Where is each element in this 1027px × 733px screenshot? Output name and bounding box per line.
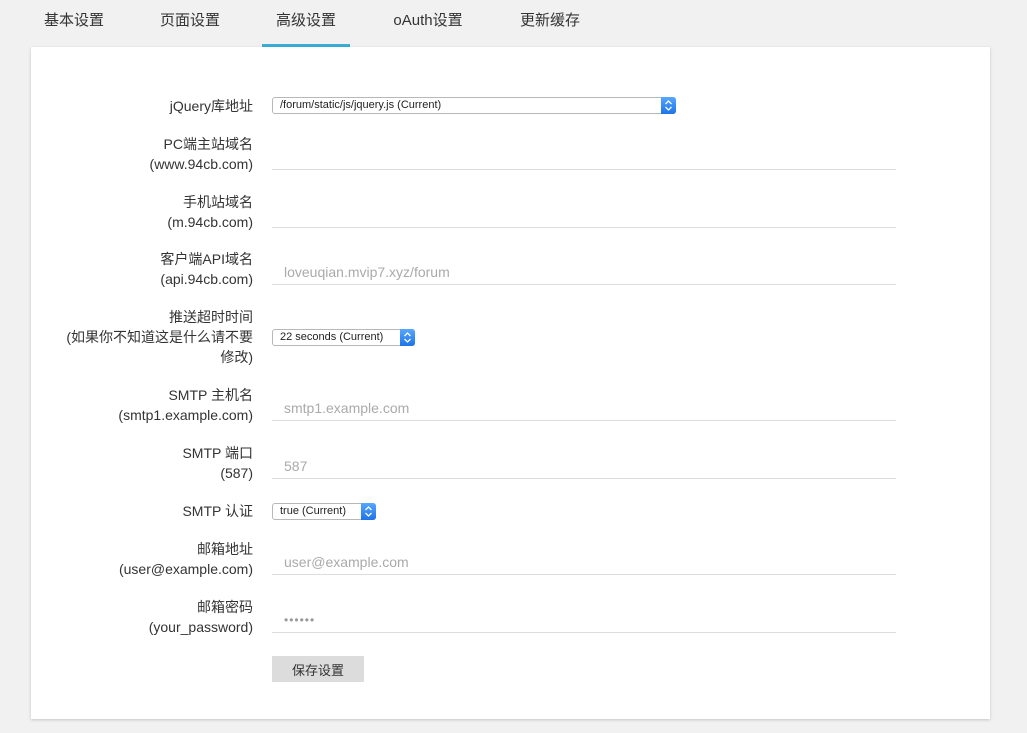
tab-page-settings[interactable]: 页面设置 <box>146 0 234 44</box>
smtp-auth-select-value: true (Current) <box>280 505 347 517</box>
email-input[interactable] <box>272 549 896 575</box>
select-arrows-icon <box>661 97 676 114</box>
settings-panel: jQuery库地址 /forum/static/js/jquery.js (Cu… <box>31 47 990 719</box>
password-input[interactable]: •••••• <box>272 607 896 633</box>
mobile-domain-input[interactable] <box>272 202 896 228</box>
select-arrows-icon <box>400 329 415 346</box>
tab-advanced-settings[interactable]: 高级设置 <box>262 0 350 47</box>
settings-tabs: 基本设置 页面设置 高级设置 oAuth设置 更新缓存 <box>30 0 990 47</box>
jquery-select[interactable]: /forum/static/js/jquery.js (Current) <box>272 97 676 114</box>
api-domain-input[interactable] <box>272 259 896 285</box>
tab-basic-settings[interactable]: 基本设置 <box>30 0 118 44</box>
tab-update-cache[interactable]: 更新缓存 <box>506 0 594 44</box>
jquery-label: jQuery库地址 <box>169 98 253 114</box>
jquery-select-value: /forum/static/js/jquery.js (Current) <box>280 99 442 111</box>
push-timeout-select[interactable]: 22 seconds (Current) <box>272 329 415 346</box>
pc-domain-input[interactable] <box>272 144 896 170</box>
push-timeout-label: 推送超时时间 (如果你不知道这是什么请不要 修改) <box>66 309 253 365</box>
mobile-domain-label: 手机站域名 (m.94cb.com) <box>167 194 253 230</box>
password-label: 邮箱密码 (your_password) <box>148 599 253 635</box>
select-arrows-icon <box>361 503 376 520</box>
smtp-port-label: SMTP 端口 (587) <box>182 445 253 481</box>
pc-domain-label: PC端主站域名 (www.94cb.com) <box>149 136 253 172</box>
tab-oauth-settings[interactable]: oAuth设置 <box>378 0 478 44</box>
push-timeout-select-value: 22 seconds (Current) <box>280 331 384 343</box>
api-domain-label: 客户端API域名 (api.94cb.com) <box>160 251 253 287</box>
smtp-host-input[interactable] <box>272 395 896 421</box>
smtp-host-label: SMTP 主机名 (smtp1.example.com) <box>118 387 253 423</box>
smtp-auth-select[interactable]: true (Current) <box>272 503 376 520</box>
save-settings-button[interactable]: 保存设置 <box>272 656 364 682</box>
email-label: 邮箱地址 (user@example.com) <box>118 541 253 577</box>
smtp-port-input[interactable] <box>272 453 896 479</box>
smtp-auth-label: SMTP 认证 <box>182 503 253 519</box>
